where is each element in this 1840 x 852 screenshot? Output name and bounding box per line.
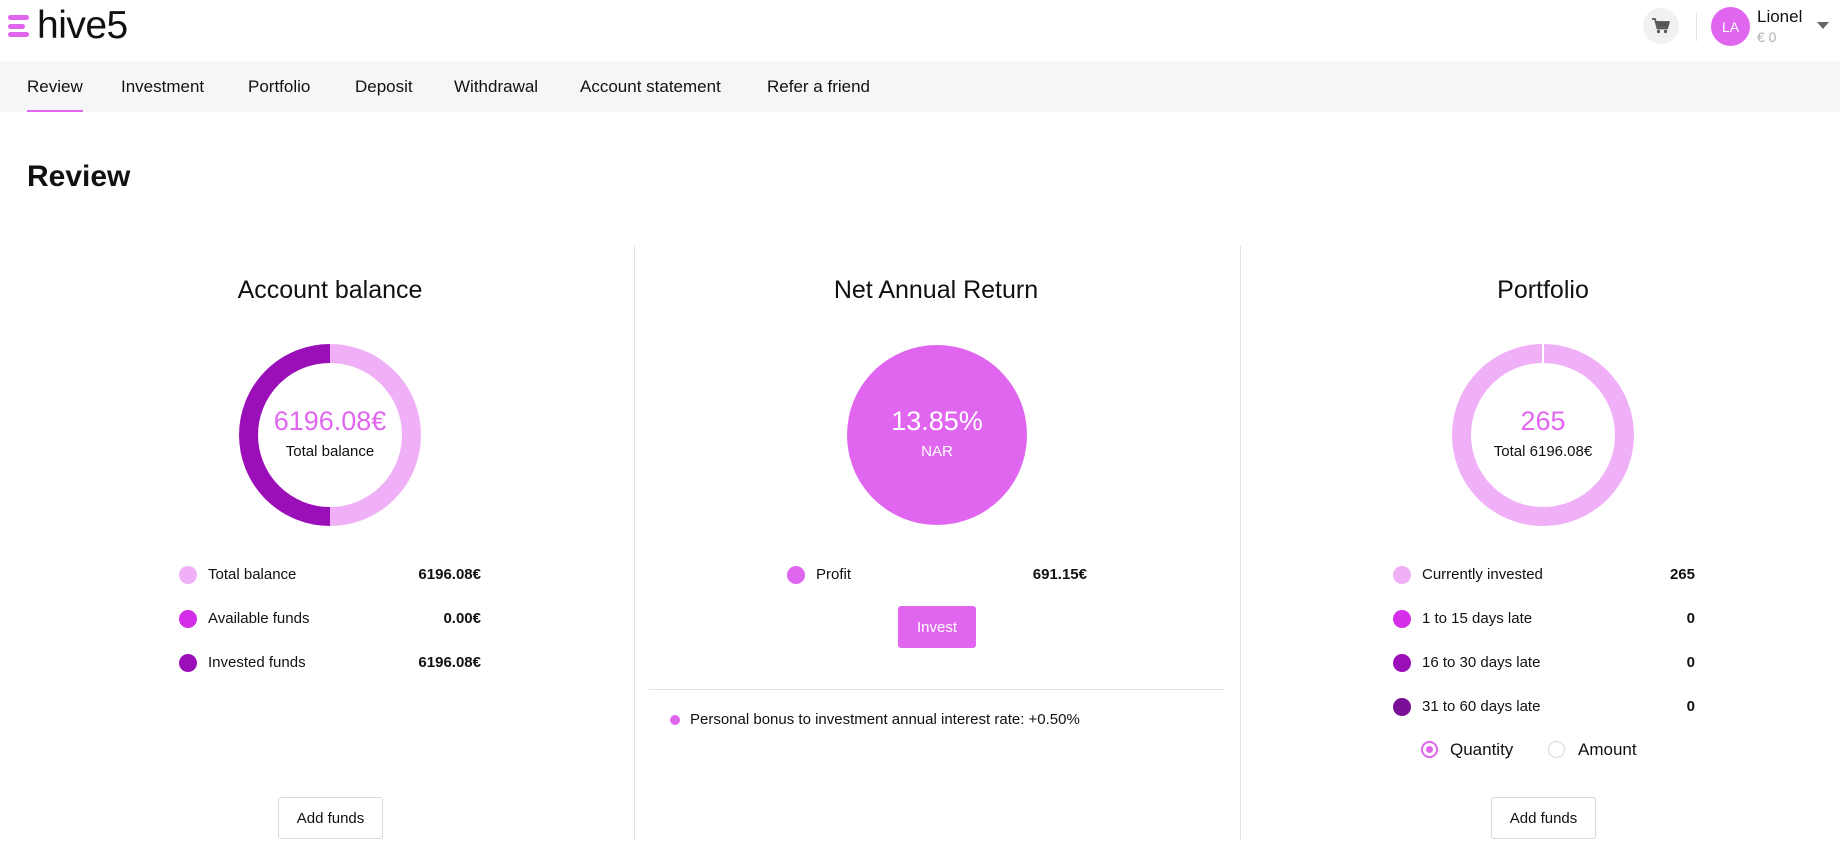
legend-dot — [787, 566, 805, 584]
add-funds-button[interactable]: Add funds — [1491, 797, 1596, 839]
legend-value: 6196.08€ — [418, 566, 481, 583]
portfolio-center-value: 265 — [1520, 406, 1566, 436]
portfolio-title: Portfolio — [1497, 276, 1589, 304]
legend-row: Total balance 6196.08€ — [179, 564, 481, 586]
legend-label: Total balance — [208, 566, 297, 583]
add-funds-button[interactable]: Add funds — [278, 797, 383, 839]
user-name[interactable]: Lionel — [1757, 7, 1802, 27]
legend-value: 265 — [1669, 566, 1695, 583]
legend-label: Invested funds — [208, 654, 306, 671]
nar-center-label: NAR — [921, 443, 953, 460]
avatar[interactable]: LA — [1711, 7, 1750, 46]
nav-tab-portfolio[interactable]: Portfolio — [248, 61, 310, 112]
nav-tab-account-statement[interactable]: Account statement — [580, 61, 721, 112]
nav-tab-review[interactable]: Review — [27, 61, 83, 112]
legend-row: 1 to 15 days late 0 — [1393, 608, 1695, 630]
legend-row: Profit 691.15€ — [787, 564, 1087, 586]
account-balance-title: Account balance — [237, 276, 423, 304]
legend-dot — [1393, 566, 1411, 584]
logo[interactable]: hive5 — [37, 2, 128, 50]
legend-value: 0.00€ — [443, 610, 481, 627]
column-divider — [1240, 246, 1241, 840]
legend-label: Available funds — [208, 610, 310, 627]
legend-value: 0 — [1686, 610, 1695, 627]
legend-value: 691.15€ — [1032, 566, 1087, 583]
chevron-down-icon[interactable] — [1817, 22, 1829, 29]
legend-label: 31 to 60 days late — [1422, 698, 1541, 715]
cart-button[interactable] — [1643, 8, 1679, 44]
portfolio-center-label: Total 6196.08€ — [1493, 443, 1593, 460]
legend-label: Currently invested — [1422, 566, 1543, 583]
net-annual-return-title: Net Annual Return — [833, 276, 1039, 304]
legend-dot — [179, 610, 197, 628]
legend-row: Currently invested 265 — [1393, 564, 1695, 586]
invest-button[interactable]: Invest — [898, 606, 976, 648]
bonus-text: Personal bonus to investment annual inte… — [690, 711, 1080, 728]
nav-tab-investment[interactable]: Investment — [121, 61, 204, 112]
page-title: Review — [27, 160, 131, 193]
bonus-bullet — [670, 715, 680, 725]
quantity-radio[interactable] — [1421, 741, 1438, 758]
legend-row: 31 to 60 days late 0 — [1393, 696, 1695, 718]
legend-value: 0 — [1686, 698, 1695, 715]
legend-dot — [179, 566, 197, 584]
legend-dot — [1393, 698, 1411, 716]
legend-row: Invested funds 6196.08€ — [179, 652, 481, 674]
amount-radio[interactable] — [1548, 741, 1565, 758]
nav-tab-deposit[interactable]: Deposit — [355, 61, 413, 112]
hamburger-icon[interactable] — [8, 15, 29, 37]
account-balance-center-label: Total balance — [285, 443, 375, 460]
nar-center-value: 13.85% — [891, 406, 983, 436]
section-divider — [649, 689, 1224, 690]
legend-dot — [1393, 610, 1411, 628]
legend-value: 0 — [1686, 654, 1695, 671]
top-header: hive5 LA Lionel € 0 — [0, 0, 1840, 61]
legend-label: Profit — [816, 566, 852, 583]
column-divider — [634, 246, 635, 840]
account-balance-center-value: 6196.08€ — [273, 406, 387, 436]
quantity-radio-label[interactable]: Quantity — [1450, 740, 1513, 760]
user-balance: € 0 — [1757, 29, 1777, 45]
legend-label: 1 to 15 days late — [1422, 610, 1533, 627]
legend-dot — [1393, 654, 1411, 672]
header-divider — [1696, 13, 1697, 41]
cart-icon — [1652, 18, 1670, 34]
nav-tab-refer-a-friend[interactable]: Refer a friend — [767, 61, 870, 112]
legend-value: 6196.08€ — [418, 654, 481, 671]
legend-dot — [179, 654, 197, 672]
legend-label: 16 to 30 days late — [1422, 654, 1541, 671]
nav-tab-withdrawal[interactable]: Withdrawal — [454, 61, 538, 112]
legend-row: Available funds 0.00€ — [179, 608, 481, 630]
legend-row: 16 to 30 days late 0 — [1393, 652, 1695, 674]
amount-radio-label[interactable]: Amount — [1578, 740, 1637, 760]
main-nav: Review Investment Portfolio Deposit With… — [0, 61, 1840, 112]
